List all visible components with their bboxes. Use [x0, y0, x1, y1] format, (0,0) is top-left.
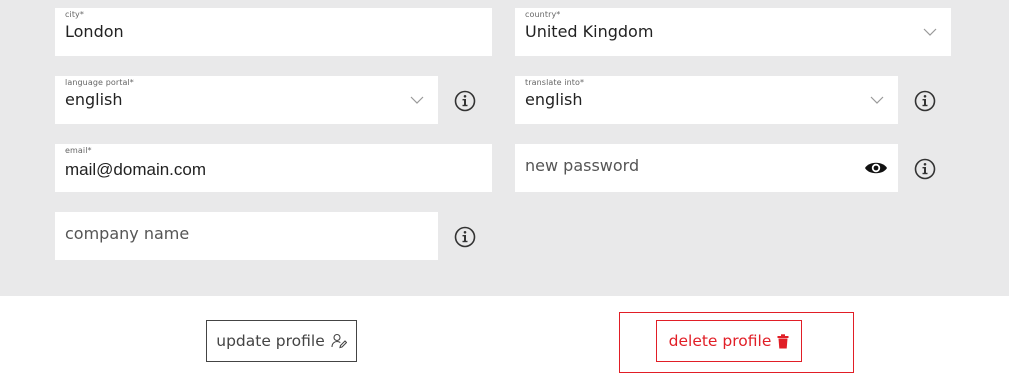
- eye-icon[interactable]: [864, 160, 888, 176]
- email-field[interactable]: email* mail@domain.com: [55, 144, 492, 192]
- info-icon[interactable]: [914, 158, 936, 180]
- translate-into-label: translate into*: [525, 78, 585, 87]
- delete-profile-button[interactable]: delete profile: [656, 320, 802, 362]
- trash-icon: [777, 333, 789, 348]
- email-value: mail@domain.com: [65, 160, 207, 179]
- update-profile-label: update profile: [216, 332, 325, 350]
- delete-profile-label: delete profile: [668, 332, 772, 350]
- city-field[interactable]: city* London: [55, 8, 492, 56]
- country-select[interactable]: country* United Kingdom: [515, 8, 951, 56]
- city-label: city*: [65, 10, 84, 19]
- update-profile-button[interactable]: update profile: [206, 320, 357, 362]
- translate-into-select[interactable]: translate into* english: [515, 76, 898, 124]
- company-name-placeholder: company name: [65, 224, 190, 243]
- user-edit-icon: [331, 333, 347, 349]
- company-name-field[interactable]: company name: [55, 212, 438, 260]
- chevron-down-icon: [923, 28, 937, 36]
- language-portal-label: language portal*: [65, 78, 134, 87]
- chevron-down-icon: [870, 96, 884, 104]
- info-icon[interactable]: [454, 90, 476, 112]
- new-password-placeholder: new password: [525, 156, 640, 175]
- new-password-field[interactable]: new password: [515, 144, 898, 192]
- profile-form-panel: city* London country* United Kingdom lan…: [0, 0, 1009, 296]
- chevron-down-icon: [410, 96, 424, 104]
- translate-into-value: english: [525, 90, 583, 109]
- info-icon[interactable]: [454, 226, 476, 248]
- country-value: United Kingdom: [525, 22, 654, 41]
- country-label: country*: [525, 10, 561, 19]
- language-portal-value: english: [65, 90, 123, 109]
- language-portal-select[interactable]: language portal* english: [55, 76, 438, 124]
- info-icon[interactable]: [914, 90, 936, 112]
- city-value: London: [65, 22, 124, 41]
- email-label: email*: [65, 146, 92, 155]
